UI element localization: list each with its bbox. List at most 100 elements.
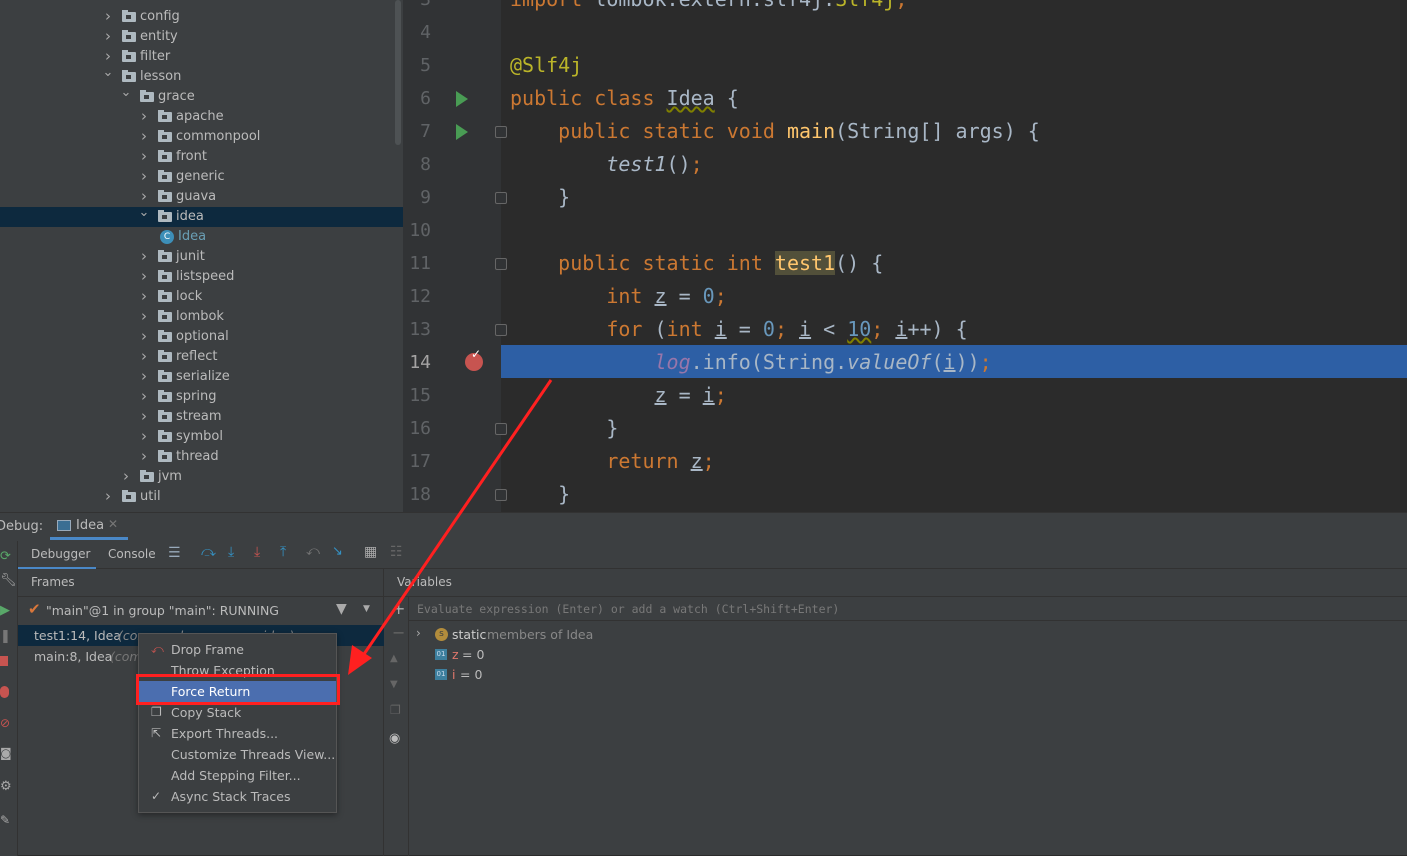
tree-item-stream[interactable]: › stream [0,407,403,427]
tree-item-symbol[interactable]: › symbol [0,427,403,447]
code-line[interactable]: z = i; [510,379,727,412]
menu-item-drop-frame[interactable]: ⤺ Drop Frame [139,639,336,660]
code-line[interactable]: } [510,412,618,445]
tree-item-listspeed[interactable]: › listspeed [0,267,403,287]
evaluate-expression-icon[interactable]: ▦ [364,544,377,560]
close-icon[interactable]: ✕ [108,517,118,531]
tree-item-lesson[interactable]: ⌄ lesson [0,65,403,87]
code-line[interactable]: @Slf4j [510,49,582,82]
move-down-icon[interactable]: ▼ [390,679,398,690]
tree-item-filter[interactable]: › filter [0,47,403,67]
code-line[interactable]: } [510,478,570,511]
tree-item-apache[interactable]: › apache [0,107,403,127]
chevron-down-icon[interactable]: ⌄ [120,83,132,103]
chevron-right-icon[interactable]: › [138,146,150,166]
tree-item-thread[interactable]: › thread [0,447,403,467]
tab-console[interactable]: Console [98,541,160,569]
fold-marker-icon[interactable] [495,258,507,270]
camera-icon[interactable]: ◙ [0,746,12,760]
tree-item-optional[interactable]: › optional [0,327,403,347]
show-execution-point-icon[interactable]: ☰ [168,545,181,561]
settings-wrench-icon[interactable]: 🔧︎ [0,573,17,588]
fold-marker-icon[interactable] [495,126,507,138]
variable-row[interactable]: 01 i = 0 [409,665,1407,685]
step-over-icon[interactable]: ⤼ [201,544,216,560]
tree-item-grace[interactable]: ⌄ grace [0,85,403,107]
menu-item-async-stack-traces[interactable]: ✓ Async Stack Traces [139,786,336,807]
chevron-right-icon[interactable]: › [102,6,114,26]
code-line[interactable]: log.info(String.valueOf(i)); [510,346,992,379]
chevron-right-icon[interactable]: › [138,426,150,446]
chevron-right-icon[interactable]: › [416,626,421,640]
code-line[interactable]: import lombok.extern.slf4j.Slf4j; [510,0,907,16]
thread-selector[interactable]: ✔ "main"@1 in group "main": RUNNING ▼ ▼ [18,597,384,625]
run-to-cursor-icon[interactable]: ↘ [332,544,343,559]
chevron-right-icon[interactable]: › [138,266,150,286]
tree-item-lombok[interactable]: › lombok [0,307,403,327]
eye-icon[interactable]: ◉ [389,731,400,746]
fold-marker-icon[interactable] [495,489,507,501]
chevron-right-icon[interactable]: › [138,166,150,186]
code-line[interactable]: } [510,181,570,214]
code-line[interactable]: return z; [510,445,714,478]
chevron-right-icon[interactable]: › [138,406,150,426]
chevron-right-icon[interactable]: › [138,326,150,346]
add-icon[interactable]: + [392,599,405,618]
tree-item-idea[interactable]: C Idea [0,227,403,247]
chevron-right-icon[interactable]: › [102,26,114,46]
trace-icon[interactable]: ☷ [390,544,403,560]
evaluate-expression-input[interactable]: Evaluate expression (Enter) or add a wat… [409,597,1407,621]
chevron-down-icon[interactable]: ⌄ [138,203,150,223]
chevron-right-icon[interactable]: › [138,106,150,126]
tree-item-spring[interactable]: › spring [0,387,403,407]
pause-icon[interactable]: ❚ [0,629,11,644]
chevron-right-icon[interactable]: › [138,286,150,306]
tree-item-jvm[interactable]: › jvm [0,467,403,487]
chevron-right-icon[interactable]: › [102,486,114,506]
step-out-icon[interactable]: ⤒ [280,544,286,560]
force-step-into-icon[interactable]: ⤓ [254,544,260,560]
code-line[interactable]: public static void main(String[] args) { [510,115,1040,148]
code-line[interactable]: test1(); [510,148,702,181]
tab-debugger[interactable]: Debugger [18,541,96,569]
fold-marker-icon[interactable] [495,423,507,435]
rerun-icon[interactable]: ⟳ [0,549,11,564]
chevron-right-icon[interactable]: › [138,446,150,466]
resume-icon[interactable]: ▶ [0,603,10,618]
tree-item-config[interactable]: › config [0,7,403,27]
chevron-right-icon[interactable]: › [138,366,150,386]
menu-item-add-stepping-filter[interactable]: Add Stepping Filter... [139,765,336,786]
remove-icon[interactable]: − [392,623,405,642]
tree-item-front[interactable]: › front [0,147,403,167]
fold-marker-icon[interactable] [495,192,507,204]
pin-icon[interactable]: ✎ [0,813,10,827]
drop-frame-icon[interactable]: ⤺ [306,544,320,559]
tree-item-serialize[interactable]: › serialize [0,367,403,387]
tree-item-reflect[interactable]: › reflect [0,347,403,367]
chevron-right-icon[interactable]: › [138,306,150,326]
filter-icon[interactable]: ▼ [336,601,347,617]
gear-icon[interactable]: ⚙ [0,779,12,794]
chevron-right-icon[interactable]: › [138,386,150,406]
tree-item-commonpool[interactable]: › commonpool [0,127,403,147]
tree-item-util[interactable]: › util [0,487,403,507]
run-gutter-icon[interactable] [456,91,468,107]
chevron-right-icon[interactable]: › [138,126,150,146]
breakpoint-icon[interactable] [465,347,483,371]
run-gutter-icon[interactable] [456,124,468,140]
code-line[interactable]: public class Idea { [510,82,739,115]
tree-item-junit[interactable]: › junit [0,247,403,267]
code-line[interactable]: public static int test1() { [510,247,883,280]
mute-breakpoints-icon[interactable]: ⊘ [0,716,10,730]
chevron-down-icon[interactable]: ▼ [363,604,370,614]
chevron-down-icon[interactable]: ⌄ [102,63,114,83]
tree-item-entity[interactable]: › entity [0,27,403,47]
code-line[interactable]: int z = 0; [510,280,726,313]
tree-item-generic[interactable]: › generic [0,167,403,187]
variable-row[interactable]: 01 z = 0 [409,645,1407,665]
tree-item-lock[interactable]: › lock [0,287,403,307]
tree-item-idea[interactable]: ⌄ idea [0,205,403,227]
menu-item-customize-threads-view[interactable]: Customize Threads View... [139,744,336,765]
move-up-icon[interactable]: ▲ [390,653,398,664]
step-into-icon[interactable]: ⤓ [228,544,234,560]
